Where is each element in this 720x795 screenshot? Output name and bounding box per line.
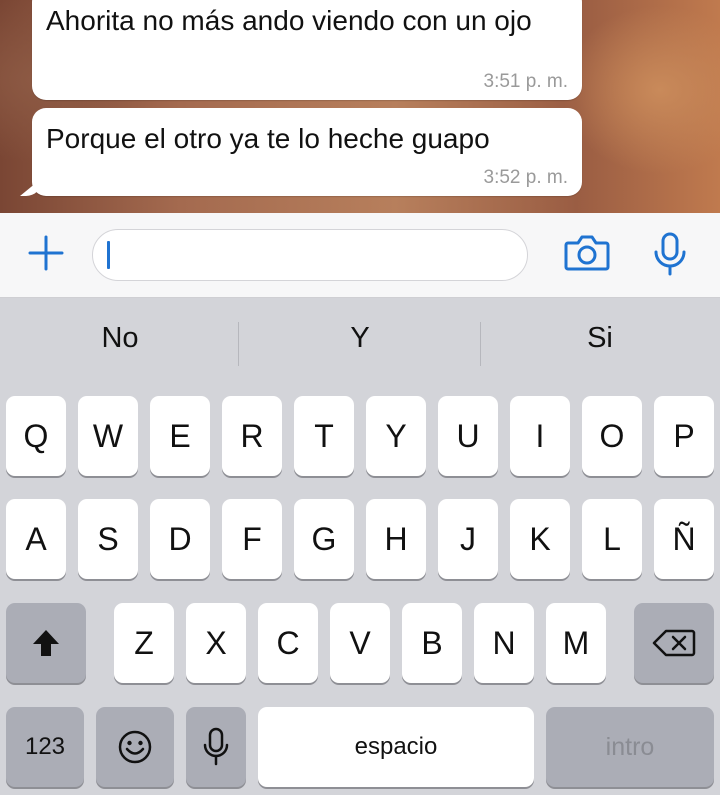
chat-area: Ahorita no más ando viendo con un ojo 3:…	[0, 0, 720, 213]
camera-icon[interactable]	[564, 233, 610, 273]
key-g[interactable]: G	[294, 499, 354, 579]
key-k[interactable]: K	[510, 499, 570, 579]
text-caret	[107, 241, 110, 269]
plus-icon[interactable]	[26, 233, 66, 273]
key-z[interactable]: Z	[114, 603, 174, 683]
backspace-key[interactable]	[634, 603, 714, 683]
key-p[interactable]: P	[654, 396, 714, 476]
key-o[interactable]: O	[582, 396, 642, 476]
shift-key[interactable]	[6, 603, 86, 683]
shift-arrow-icon	[33, 630, 59, 656]
message-bubble[interactable]: Porque el otro ya te lo heche guapo 3:52…	[20, 108, 582, 196]
key-a[interactable]: A	[6, 499, 66, 579]
key-i[interactable]: I	[510, 396, 570, 476]
message-input-bar	[0, 213, 720, 298]
space-key[interactable]: espacio	[258, 707, 534, 787]
key-m[interactable]: M	[546, 603, 606, 683]
bubble-tail	[20, 178, 42, 196]
suggestion-item[interactable]: Si	[480, 322, 720, 355]
key-u[interactable]: U	[438, 396, 498, 476]
key-c[interactable]: C	[258, 603, 318, 683]
key-r[interactable]: R	[222, 396, 282, 476]
suggestion-divider	[238, 322, 239, 366]
key-j[interactable]: J	[438, 499, 498, 579]
message-time: 3:51 p. m.	[483, 71, 569, 92]
dictation-key[interactable]	[186, 707, 246, 787]
backspace-icon	[652, 629, 696, 657]
key-n-tilde[interactable]: Ñ	[654, 499, 714, 579]
message-bubble[interactable]: Ahorita no más ando viendo con un ojo 3:…	[32, 0, 582, 100]
key-h[interactable]: H	[366, 499, 426, 579]
return-key[interactable]: intro	[546, 707, 714, 787]
message-input[interactable]	[92, 229, 528, 281]
key-q[interactable]: Q	[6, 396, 66, 476]
predictive-text-bar: No Y Si	[0, 298, 720, 394]
key-e[interactable]: E	[150, 396, 210, 476]
suggestion-item[interactable]: No	[0, 322, 240, 355]
key-t[interactable]: T	[294, 396, 354, 476]
suggestion-item[interactable]: Y	[240, 322, 480, 355]
key-x[interactable]: X	[186, 603, 246, 683]
key-y[interactable]: Y	[366, 396, 426, 476]
key-d[interactable]: D	[150, 499, 210, 579]
key-b[interactable]: B	[402, 603, 462, 683]
key-n[interactable]: N	[474, 603, 534, 683]
key-f[interactable]: F	[222, 499, 282, 579]
emoji-key[interactable]	[96, 707, 174, 787]
message-time: 3:52 p. m.	[483, 167, 569, 188]
emoji-icon	[118, 730, 152, 764]
microphone-icon	[203, 727, 229, 766]
numbers-key[interactable]: 123	[6, 707, 84, 787]
key-l[interactable]: L	[582, 499, 642, 579]
key-v[interactable]: V	[330, 603, 390, 683]
key-s[interactable]: S	[78, 499, 138, 579]
message-text: Porque el otro ya te lo heche guapo	[46, 123, 490, 154]
message-text: Ahorita no más ando viendo con un ojo	[46, 5, 532, 36]
key-w[interactable]: W	[78, 396, 138, 476]
microphone-icon[interactable]	[652, 231, 688, 277]
